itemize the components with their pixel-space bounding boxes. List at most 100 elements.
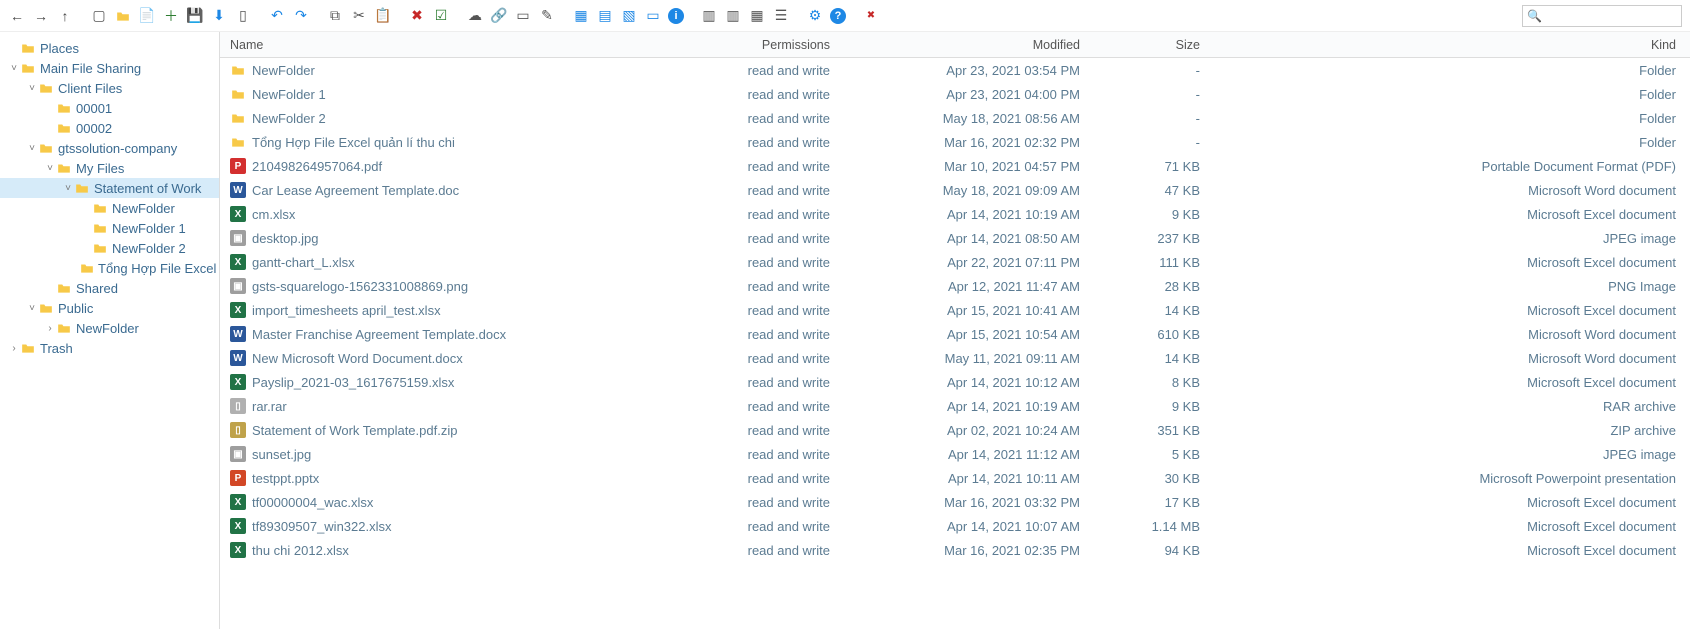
- search-input[interactable]: [1546, 9, 1677, 23]
- file-row[interactable]: NewFolderread and writeApr 23, 2021 03:5…: [220, 58, 1690, 82]
- file-size: 610 KB: [1090, 327, 1210, 342]
- file-row[interactable]: NewFolder 1read and writeApr 23, 2021 04…: [220, 82, 1690, 106]
- tree-item[interactable]: Shared: [0, 278, 219, 298]
- tree-item[interactable]: ˅gtssolution-company: [0, 138, 219, 158]
- close-icon[interactable]: ✖: [862, 7, 880, 25]
- file-perm: read and write: [680, 447, 840, 462]
- tree-item[interactable]: ›NewFolder: [0, 318, 219, 338]
- tree-item[interactable]: Tổng Hợp File Excel quản l: [0, 258, 219, 278]
- file-row[interactable]: Xcm.xlsxread and writeApr 14, 2021 10:19…: [220, 202, 1690, 226]
- tree-item[interactable]: NewFolder 1: [0, 218, 219, 238]
- twisty-icon[interactable]: ›: [8, 343, 20, 354]
- tree-item[interactable]: ˅Client Files: [0, 78, 219, 98]
- new-folder-icon[interactable]: [114, 7, 132, 25]
- sort2-icon[interactable]: ▥: [724, 7, 742, 25]
- col-header-kind[interactable]: Kind: [1210, 38, 1690, 52]
- folder-icon: [56, 121, 72, 135]
- paste-icon[interactable]: 📋: [374, 7, 392, 25]
- file-row[interactable]: NewFolder 2read and writeMay 18, 2021 08…: [220, 106, 1690, 130]
- tree-item[interactable]: ˅Statement of Work: [0, 178, 219, 198]
- link-icon[interactable]: 🔗: [490, 7, 508, 25]
- info-icon[interactable]: i: [668, 8, 684, 24]
- folder-icon: [20, 41, 36, 55]
- copy-icon[interactable]: ⧉: [326, 7, 344, 25]
- file-name: import_timesheets april_test.xlsx: [252, 303, 441, 318]
- file-row[interactable]: ▯rar.rarread and writeApr 14, 2021 10:19…: [220, 394, 1690, 418]
- rename2-icon[interactable]: ▭: [514, 7, 532, 25]
- file-row[interactable]: ▯Statement of Work Template.pdf.zipread …: [220, 418, 1690, 442]
- search-box[interactable]: 🔍: [1522, 5, 1682, 27]
- file-mod: Mar 10, 2021 04:57 PM: [840, 159, 1090, 174]
- edit-icon[interactable]: ✎: [538, 7, 556, 25]
- tiles-icon[interactable]: ▦: [572, 7, 590, 25]
- file-row[interactable]: ▣desktop.jpgread and writeApr 14, 2021 0…: [220, 226, 1690, 250]
- file-row[interactable]: P210498264957064.pdfread and writeMar 10…: [220, 154, 1690, 178]
- tree-item[interactable]: ›Trash: [0, 338, 219, 358]
- select-all-icon[interactable]: ☑: [432, 7, 450, 25]
- add-icon[interactable]: ＋: [162, 7, 180, 25]
- sort1-icon[interactable]: ▥: [700, 7, 718, 25]
- tree-item[interactable]: ˅Main File Sharing: [0, 58, 219, 78]
- file-row[interactable]: WMaster Franchise Agreement Template.doc…: [220, 322, 1690, 346]
- file-name: NewFolder 1: [252, 87, 326, 102]
- file-mod: Apr 14, 2021 10:11 AM: [840, 471, 1090, 486]
- file-row[interactable]: Xtf00000004_wac.xlsxread and writeMar 16…: [220, 490, 1690, 514]
- redo-icon[interactable]: ↷: [292, 7, 310, 25]
- twisty-icon[interactable]: ˅: [44, 163, 56, 174]
- tree-item[interactable]: NewFolder: [0, 198, 219, 218]
- twisty-icon[interactable]: ˅: [26, 303, 38, 314]
- download-icon[interactable]: ⬇: [210, 7, 228, 25]
- slideshow-icon[interactable]: ▭: [644, 7, 662, 25]
- file-row[interactable]: WCar Lease Agreement Template.docread an…: [220, 178, 1690, 202]
- settings-icon[interactable]: ⚙: [806, 7, 824, 25]
- file-row[interactable]: ▣gsts-squarelogo-1562331008869.pngread a…: [220, 274, 1690, 298]
- file-kind: Microsoft Excel document: [1210, 207, 1690, 222]
- tree-item[interactable]: 00001: [0, 98, 219, 118]
- file-row[interactable]: Xthu chi 2012.xlsxread and writeMar 16, …: [220, 538, 1690, 562]
- col-header-name[interactable]: Name: [220, 38, 680, 52]
- tree-item[interactable]: NewFolder 2: [0, 238, 219, 258]
- undo-icon[interactable]: ↶: [268, 7, 286, 25]
- file-row[interactable]: Xtf89309507_win322.xlsxread and writeApr…: [220, 514, 1690, 538]
- file-mod: Mar 16, 2021 03:32 PM: [840, 495, 1090, 510]
- new-file-icon[interactable]: 📄: [138, 7, 156, 25]
- tree-item[interactable]: ˅Public: [0, 298, 219, 318]
- up-icon[interactable]: ↑: [56, 7, 74, 25]
- file-row[interactable]: Ptestppt.pptxread and writeApr 14, 2021 …: [220, 466, 1690, 490]
- file-name: gantt-chart_L.xlsx: [252, 255, 355, 270]
- grid-icon[interactable]: ▤: [596, 7, 614, 25]
- back-icon[interactable]: ←: [8, 7, 26, 25]
- col-header-size[interactable]: Size: [1090, 38, 1210, 52]
- grid2-icon[interactable]: ▦: [748, 7, 766, 25]
- twisty-icon[interactable]: ˅: [62, 183, 74, 194]
- file-name: cm.xlsx: [252, 207, 295, 222]
- save-icon[interactable]: 💾: [186, 7, 204, 25]
- tree-item[interactable]: 00002: [0, 118, 219, 138]
- twisty-icon[interactable]: ˅: [26, 83, 38, 94]
- file-row[interactable]: Ximport_timesheets april_test.xlsxread a…: [220, 298, 1690, 322]
- delete-icon[interactable]: ✖: [408, 7, 426, 25]
- file-row[interactable]: Xgantt-chart_L.xlsxread and writeApr 22,…: [220, 250, 1690, 274]
- twisty-icon[interactable]: ›: [44, 323, 56, 334]
- twisty-icon[interactable]: ˅: [8, 63, 20, 74]
- share-icon[interactable]: ☁: [466, 7, 484, 25]
- twisty-icon[interactable]: ˅: [26, 143, 38, 154]
- col-header-modified[interactable]: Modified: [840, 38, 1090, 52]
- file-row[interactable]: ▣sunset.jpgread and writeApr 14, 2021 11…: [220, 442, 1690, 466]
- file-row[interactable]: XPayslip_2021-03_1617675159.xlsxread and…: [220, 370, 1690, 394]
- forward-icon[interactable]: →: [32, 7, 50, 25]
- tree-item[interactable]: ˅My Files: [0, 158, 219, 178]
- file-row[interactable]: Tổng Hợp File Excel quản lí thu chiread …: [220, 130, 1690, 154]
- rename-icon[interactable]: ▯: [234, 7, 252, 25]
- xls-icon: X: [230, 374, 246, 390]
- file-kind: PNG Image: [1210, 279, 1690, 294]
- folder-icon: [56, 161, 72, 175]
- help-icon[interactable]: ?: [830, 8, 846, 24]
- col-header-permissions[interactable]: Permissions: [680, 38, 840, 52]
- thumbs-icon[interactable]: ▧: [620, 7, 638, 25]
- tree-item[interactable]: Places: [0, 38, 219, 58]
- cut-icon[interactable]: ✂: [350, 7, 368, 25]
- list-icon[interactable]: ☰: [772, 7, 790, 25]
- new-window-icon[interactable]: ▢: [90, 7, 108, 25]
- file-row[interactable]: WNew Microsoft Word Document.docxread an…: [220, 346, 1690, 370]
